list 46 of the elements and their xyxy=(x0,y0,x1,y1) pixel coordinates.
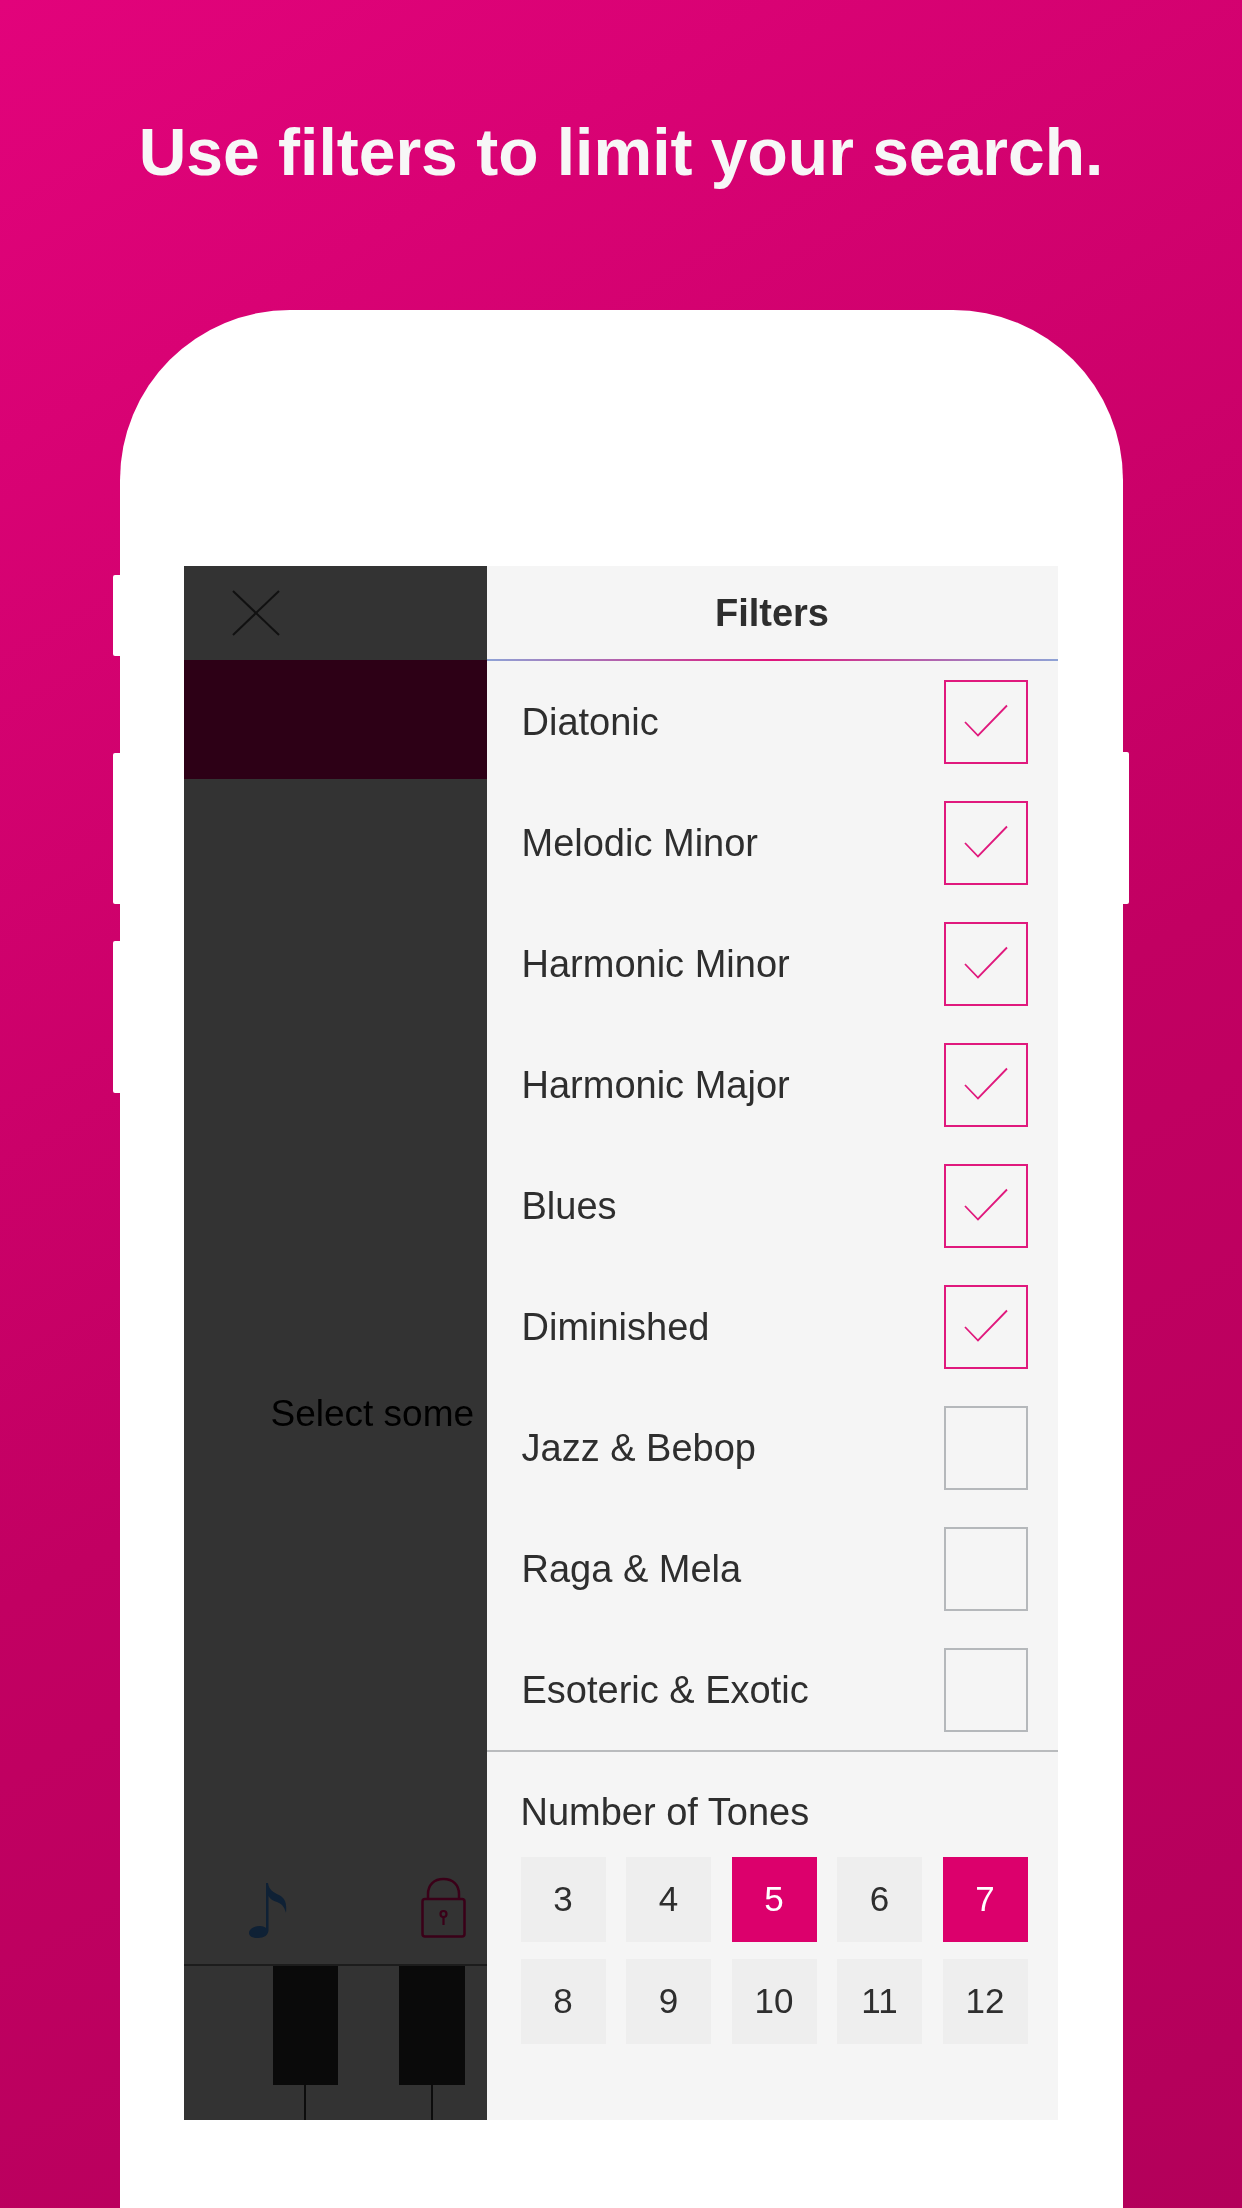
piano-keyboard[interactable] xyxy=(183,1964,487,2120)
filter-label: Raga & Mela xyxy=(521,1546,742,1591)
close-icon[interactable] xyxy=(231,590,280,636)
filter-label: Diatonic xyxy=(521,699,659,744)
checkbox[interactable] xyxy=(943,1526,1028,1611)
checkbox[interactable] xyxy=(943,1042,1028,1127)
music-note-icon[interactable] xyxy=(248,1882,287,1938)
tone-button[interactable]: 10 xyxy=(731,1959,817,2044)
filter-label: Harmonic Major xyxy=(521,1062,790,1107)
tone-button[interactable]: 3 xyxy=(520,1857,606,1942)
tone-button[interactable]: 11 xyxy=(837,1959,922,2044)
tone-button[interactable]: 4 xyxy=(626,1857,711,1942)
headline: Use filters to limit your search. xyxy=(138,114,1104,191)
piano-key[interactable] xyxy=(398,1966,465,2085)
section-title: Number of Tones xyxy=(520,1790,810,1834)
checkbox[interactable] xyxy=(943,679,1028,764)
checkmark-icon xyxy=(963,825,1008,858)
panel-title: Filters xyxy=(714,590,829,635)
tone-button[interactable]: 9 xyxy=(626,1959,711,2044)
tone-button[interactable]: 5 xyxy=(731,1857,817,1942)
tone-button[interactable]: 8 xyxy=(520,1959,606,2044)
checkbox[interactable] xyxy=(943,800,1028,885)
checkbox[interactable] xyxy=(943,1163,1028,1248)
checkbox[interactable] xyxy=(943,1405,1028,1490)
filter-label: Blues xyxy=(521,1183,617,1228)
side-button[interactable] xyxy=(112,575,120,656)
checkmark-icon xyxy=(963,1309,1008,1342)
checkmark-icon xyxy=(963,704,1008,737)
checkbox[interactable] xyxy=(943,921,1028,1006)
checkbox[interactable] xyxy=(943,1284,1028,1369)
filter-label: Diminished xyxy=(521,1304,710,1349)
checkmark-icon xyxy=(963,946,1008,979)
piano-key[interactable] xyxy=(272,1966,338,2085)
checkmark-icon xyxy=(963,1188,1008,1221)
checkmark-icon xyxy=(963,1067,1008,1100)
side-button[interactable] xyxy=(112,941,120,1093)
filter-label: Harmonic Minor xyxy=(521,941,790,986)
filter-label: Esoteric & Exotic xyxy=(521,1667,809,1712)
tone-button[interactable]: 7 xyxy=(942,1857,1028,1942)
side-button[interactable] xyxy=(112,753,120,904)
checkbox[interactable] xyxy=(943,1647,1028,1732)
filter-label: Melodic Minor xyxy=(521,820,759,865)
tone-button[interactable]: 6 xyxy=(837,1857,922,1942)
lock-icon[interactable] xyxy=(420,1877,466,1938)
filter-label: Jazz & Bebop xyxy=(521,1425,756,1470)
tone-button[interactable]: 12 xyxy=(942,1959,1028,2044)
